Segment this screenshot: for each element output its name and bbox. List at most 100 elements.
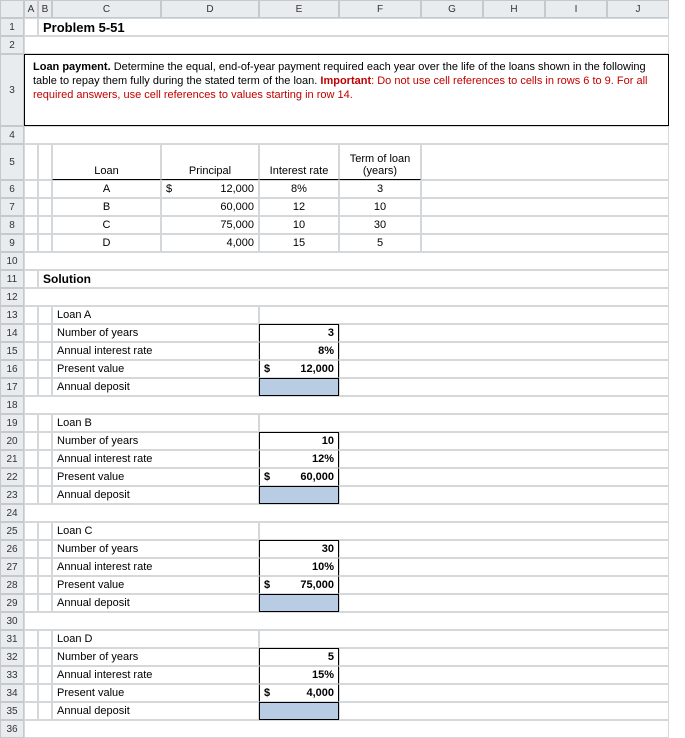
label-pv-A[interactable]: Present value xyxy=(52,360,259,378)
cell-A11[interactable] xyxy=(24,270,38,288)
cell-A19[interactable] xyxy=(24,414,38,432)
row-header-12[interactable]: 12 xyxy=(0,288,24,306)
cell-B28[interactable] xyxy=(38,576,52,594)
cell-row24[interactable] xyxy=(24,504,669,522)
row-header-19[interactable]: 19 xyxy=(0,414,24,432)
cell-F28[interactable] xyxy=(339,576,669,594)
cell-G5[interactable] xyxy=(421,144,669,180)
cell-E31[interactable] xyxy=(259,630,669,648)
val-dep-B[interactable] xyxy=(259,486,339,504)
row-header-1[interactable]: 1 xyxy=(0,18,24,36)
cell-A32[interactable] xyxy=(24,648,38,666)
td-loan-C[interactable]: C xyxy=(52,216,161,234)
cell-B7[interactable] xyxy=(38,198,52,216)
loan-B-title[interactable]: Loan B xyxy=(52,414,259,432)
cell-A27[interactable] xyxy=(24,558,38,576)
val-years-C[interactable]: 30 xyxy=(259,540,339,558)
cell-row18[interactable] xyxy=(24,396,669,414)
label-years-A[interactable]: Number of years xyxy=(52,324,259,342)
td-loan-D[interactable]: D xyxy=(52,234,161,252)
row-header-17[interactable]: 17 xyxy=(0,378,24,396)
cell-A35[interactable] xyxy=(24,702,38,720)
val-rate-A[interactable]: 8% xyxy=(259,342,339,360)
cell-A8[interactable] xyxy=(24,216,38,234)
cell-A23[interactable] xyxy=(24,486,38,504)
cell-B29[interactable] xyxy=(38,594,52,612)
cell-B32[interactable] xyxy=(38,648,52,666)
td-principal-C[interactable]: 75,000 xyxy=(161,216,259,234)
row-header-27[interactable]: 27 xyxy=(0,558,24,576)
td-loan-A[interactable]: A xyxy=(52,180,161,198)
cell-B33[interactable] xyxy=(38,666,52,684)
cell-F17[interactable] xyxy=(339,378,669,396)
cell-F27[interactable] xyxy=(339,558,669,576)
val-rate-D[interactable]: 15% xyxy=(259,666,339,684)
cell-E25[interactable] xyxy=(259,522,669,540)
th-principal[interactable]: Principal xyxy=(161,144,259,180)
col-header-I[interactable]: I xyxy=(545,0,607,18)
td-principal-A[interactable]: $12,000 xyxy=(161,180,259,198)
cell-G9[interactable] xyxy=(421,234,669,252)
cell-A9[interactable] xyxy=(24,234,38,252)
row-header-22[interactable]: 22 xyxy=(0,468,24,486)
cell-B14[interactable] xyxy=(38,324,52,342)
cell-F16[interactable] xyxy=(339,360,669,378)
loan-A-title[interactable]: Loan A xyxy=(52,306,259,324)
cell-B35[interactable] xyxy=(38,702,52,720)
cell-B26[interactable] xyxy=(38,540,52,558)
td-principal-D[interactable]: 4,000 xyxy=(161,234,259,252)
val-years-B[interactable]: 10 xyxy=(259,432,339,450)
cell-B13[interactable] xyxy=(38,306,52,324)
loan-C-title[interactable]: Loan C xyxy=(52,522,259,540)
row-header-32[interactable]: 32 xyxy=(0,648,24,666)
cell-A16[interactable] xyxy=(24,360,38,378)
row-header-35[interactable]: 35 xyxy=(0,702,24,720)
cell-F15[interactable] xyxy=(339,342,669,360)
cell-A25[interactable] xyxy=(24,522,38,540)
problem-title[interactable]: Problem 5-51 xyxy=(38,18,669,36)
label-rate-C[interactable]: Annual interest rate xyxy=(52,558,259,576)
label-rate-B[interactable]: Annual interest rate xyxy=(52,450,259,468)
val-pv-B[interactable]: $60,000 xyxy=(259,468,339,486)
spreadsheet-grid[interactable]: A B C D E F G H I J 1 Problem 5-51 2 3 L… xyxy=(0,0,685,738)
cell-A26[interactable] xyxy=(24,540,38,558)
cell-F33[interactable] xyxy=(339,666,669,684)
cell-A1[interactable] xyxy=(24,18,38,36)
cell-row4[interactable] xyxy=(24,126,669,144)
val-years-A[interactable]: 3 xyxy=(259,324,339,342)
label-rate-D[interactable]: Annual interest rate xyxy=(52,666,259,684)
cell-B20[interactable] xyxy=(38,432,52,450)
col-header-C[interactable]: C xyxy=(52,0,161,18)
td-rate-B[interactable]: 12 xyxy=(259,198,339,216)
cell-B15[interactable] xyxy=(38,342,52,360)
label-years-D[interactable]: Number of years xyxy=(52,648,259,666)
col-header-E[interactable]: E xyxy=(259,0,339,18)
cell-A21[interactable] xyxy=(24,450,38,468)
row-header-15[interactable]: 15 xyxy=(0,342,24,360)
td-term-B[interactable]: 10 xyxy=(339,198,421,216)
cell-A17[interactable] xyxy=(24,378,38,396)
cell-F35[interactable] xyxy=(339,702,669,720)
loan-D-title[interactable]: Loan D xyxy=(52,630,259,648)
td-term-A[interactable]: 3 xyxy=(339,180,421,198)
cell-F23[interactable] xyxy=(339,486,669,504)
cell-F34[interactable] xyxy=(339,684,669,702)
cell-B19[interactable] xyxy=(38,414,52,432)
row-header-10[interactable]: 10 xyxy=(0,252,24,270)
td-rate-C[interactable]: 10 xyxy=(259,216,339,234)
cell-A6[interactable] xyxy=(24,180,38,198)
row-header-26[interactable]: 26 xyxy=(0,540,24,558)
cell-F14[interactable] xyxy=(339,324,669,342)
cell-A33[interactable] xyxy=(24,666,38,684)
cell-A14[interactable] xyxy=(24,324,38,342)
label-years-B[interactable]: Number of years xyxy=(52,432,259,450)
row-header-20[interactable]: 20 xyxy=(0,432,24,450)
th-rate[interactable]: Interest rate xyxy=(259,144,339,180)
cell-G6[interactable] xyxy=(421,180,669,198)
cell-B16[interactable] xyxy=(38,360,52,378)
cell-A5[interactable] xyxy=(24,144,38,180)
row-header-21[interactable]: 21 xyxy=(0,450,24,468)
instruction-box[interactable]: Loan payment. Determine the equal, end-o… xyxy=(24,54,669,126)
row-header-7[interactable]: 7 xyxy=(0,198,24,216)
cell-A34[interactable] xyxy=(24,684,38,702)
